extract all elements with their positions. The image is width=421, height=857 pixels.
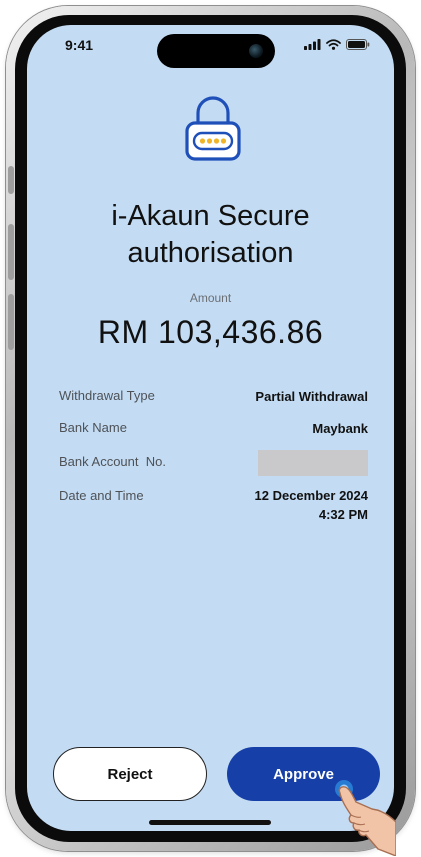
approve-button-label: Approve bbox=[273, 765, 334, 783]
reject-button-label: Reject bbox=[107, 765, 153, 783]
date-value: 12 December 2024 bbox=[254, 488, 368, 503]
signal-icon bbox=[304, 39, 321, 50]
bank-account-label: Bank Account No. bbox=[59, 454, 166, 469]
withdrawal-type-value: Partial Withdrawal bbox=[255, 389, 368, 404]
time-value: 4:32 PM bbox=[318, 507, 368, 522]
page-title-line-1: i-Akaun Secure bbox=[111, 200, 310, 232]
battery-icon bbox=[346, 39, 370, 50]
page-title: i-Akaun Secure authorisation bbox=[27, 198, 394, 272]
bank-name-label: Bank Name bbox=[59, 420, 127, 435]
page-title-line-2: authorisation bbox=[127, 237, 294, 269]
status-time: 9:41 bbox=[65, 37, 94, 53]
silent-switch bbox=[8, 166, 14, 194]
reject-button[interactable]: Reject bbox=[53, 747, 207, 801]
wifi-icon bbox=[326, 39, 341, 50]
pointing-hand-icon bbox=[335, 780, 396, 856]
phone-screen: 9:41 i-Akaun Secure authorisation Amount… bbox=[27, 25, 394, 831]
front-camera bbox=[249, 44, 263, 58]
secure-lock bbox=[182, 93, 244, 165]
padlock-icon bbox=[185, 96, 241, 161]
amount-value: RM 103,436.86 bbox=[97, 314, 324, 350]
withdrawal-type-label: Withdrawal Type bbox=[59, 388, 155, 403]
bank-account-masked-value bbox=[258, 450, 368, 476]
home-indicator bbox=[149, 820, 271, 825]
volume-up-button bbox=[8, 224, 14, 280]
date-time-value: 12 December 2024 4:32 PM bbox=[255, 486, 368, 524]
volume-down-button bbox=[8, 294, 14, 350]
dynamic-island bbox=[157, 34, 275, 68]
date-time-label: Date and Time bbox=[59, 488, 144, 503]
amount-label: Amount bbox=[189, 291, 232, 305]
status-icons bbox=[304, 39, 370, 50]
bank-name-value: Maybank bbox=[312, 421, 368, 436]
